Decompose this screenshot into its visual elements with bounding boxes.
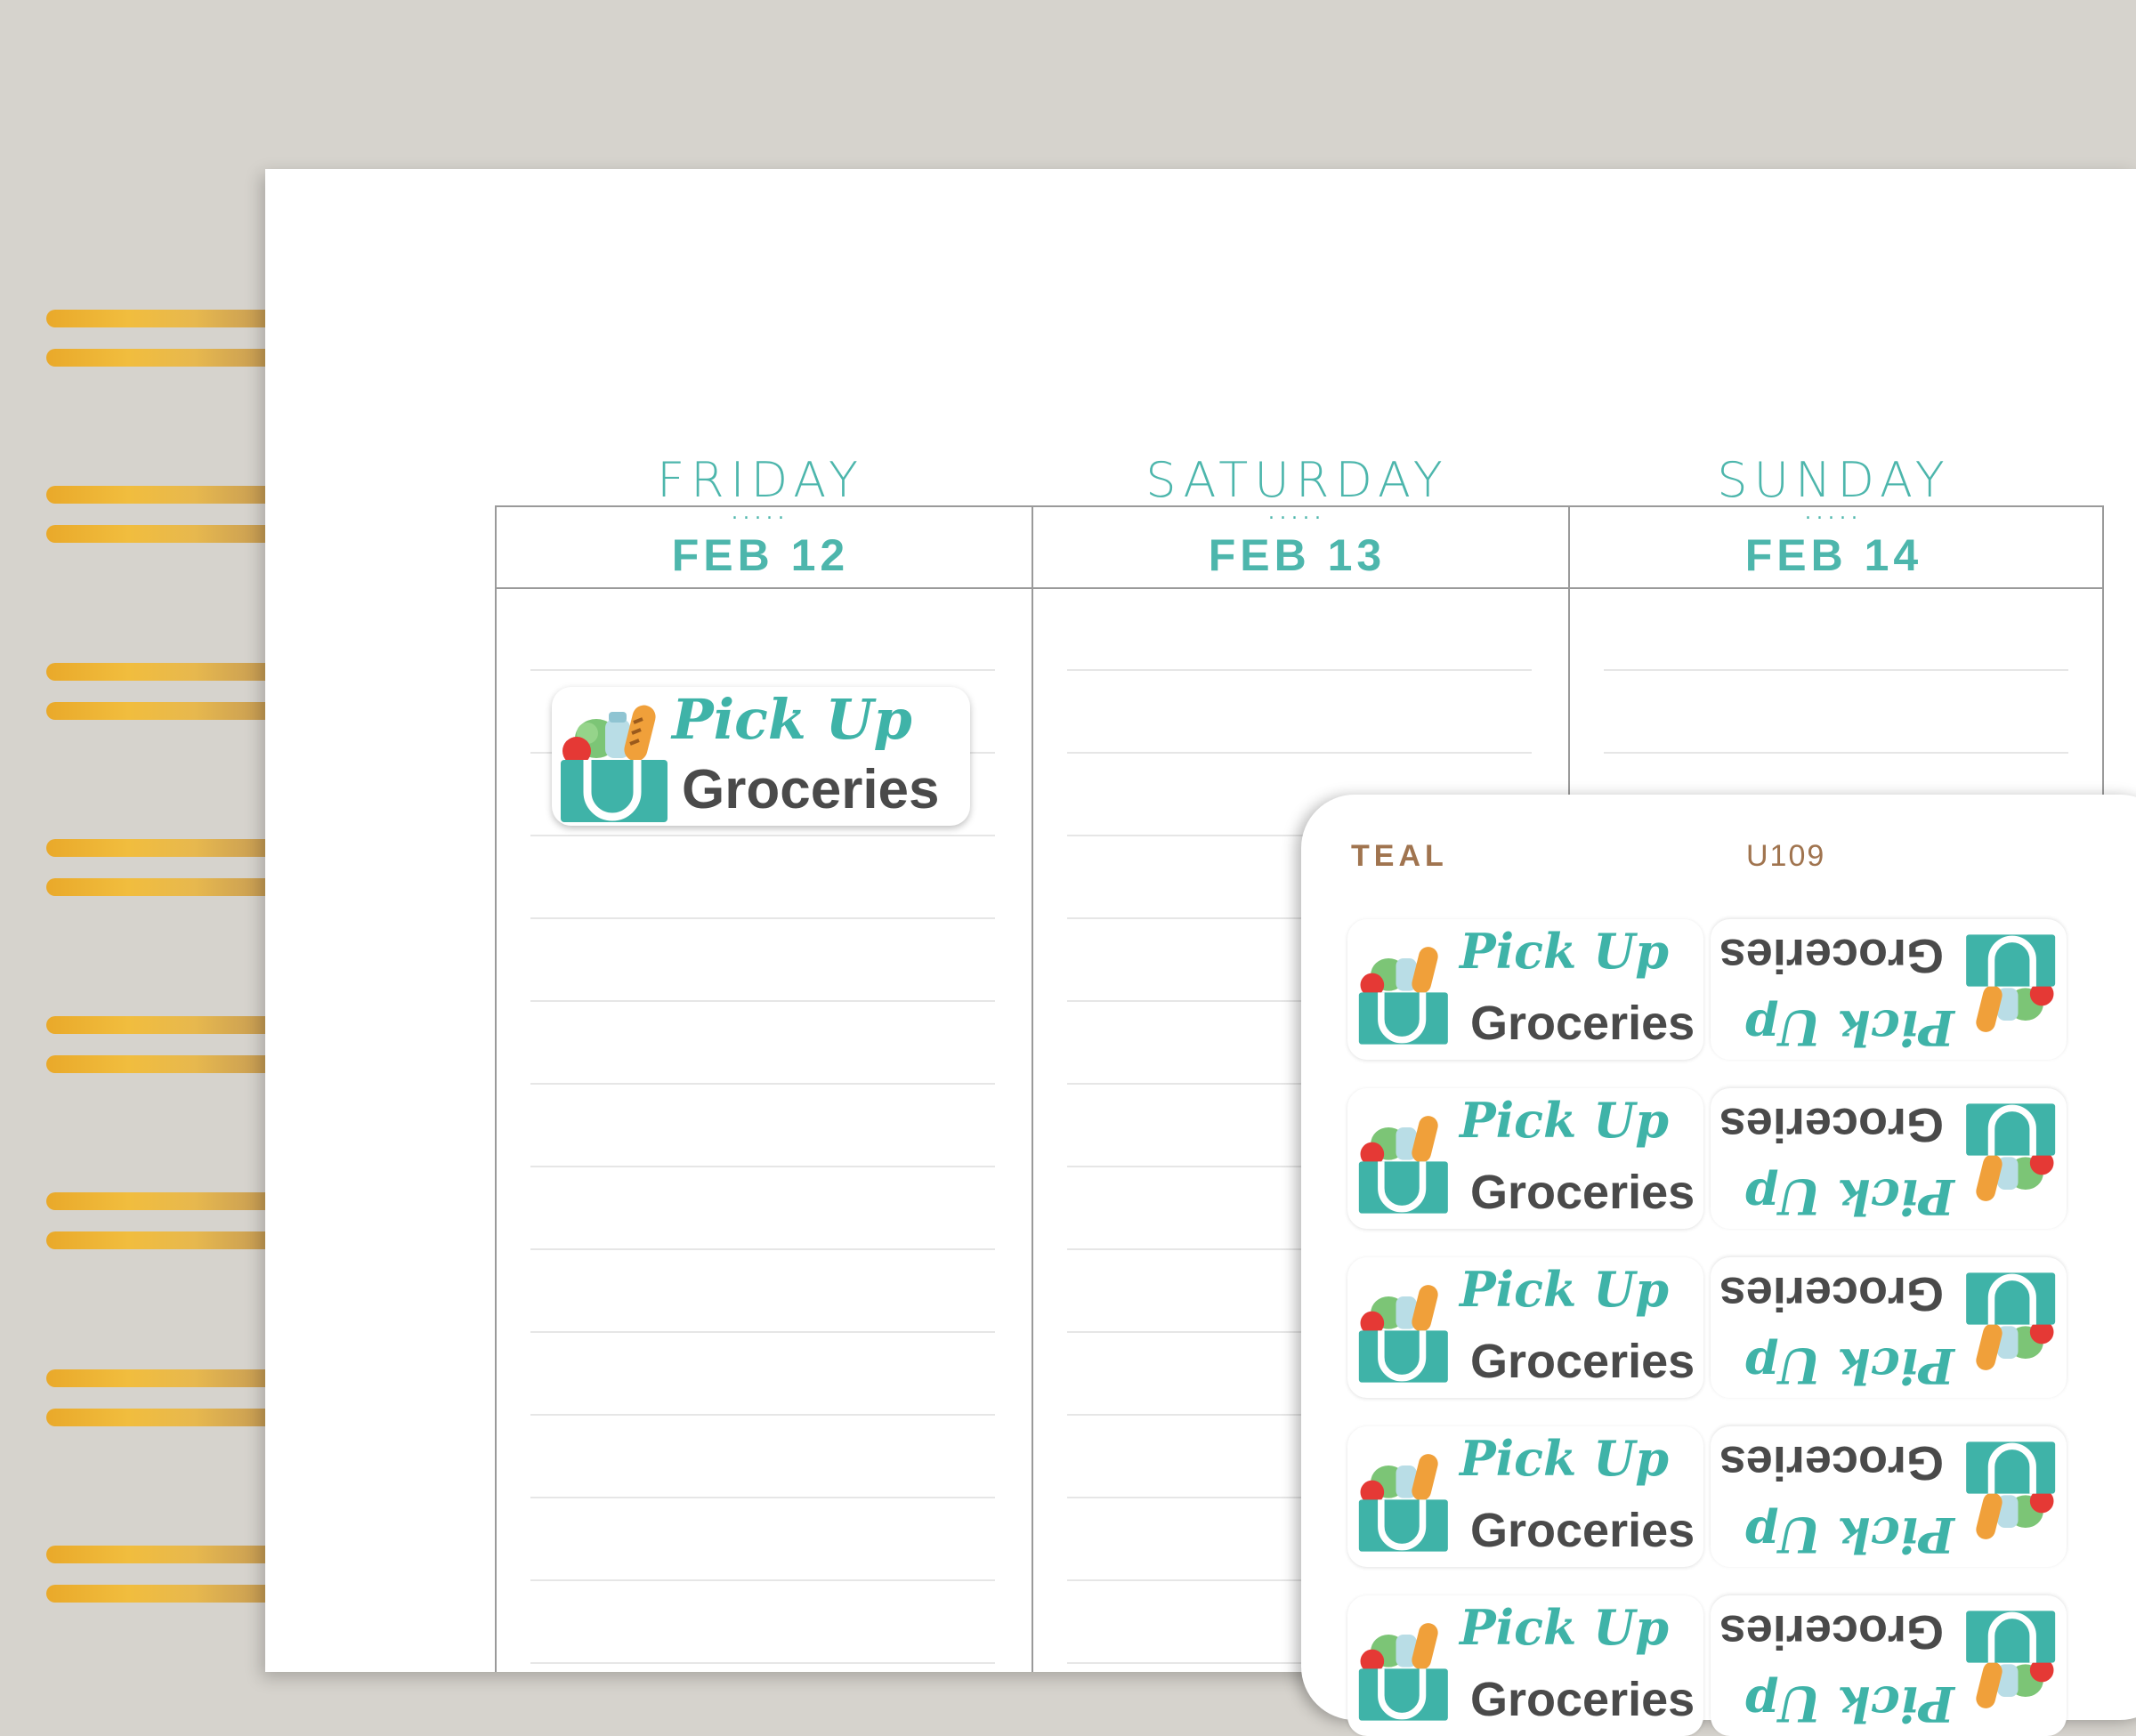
sticker-sheet: TEAL U109 Pick Up Groceries Pick Up Groceri…	[1301, 795, 2136, 1736]
sheet-sticker: Pick Up Groceries	[1347, 1426, 1703, 1567]
sticker-line1: Pick Up	[1744, 1506, 1954, 1563]
sticker-line2: Groceries	[1719, 1267, 1944, 1320]
sticker-line2: Groceries	[1470, 1335, 1695, 1388]
grocery-bag-icon	[1966, 1272, 2056, 1370]
sticker-line2: Groceries	[1719, 1436, 1944, 1490]
grocery-bag-icon	[1358, 1285, 1448, 1383]
grid-column-divider	[495, 505, 497, 1672]
writing-line	[530, 1579, 995, 1581]
day-name: SUNDAY	[1717, 452, 1951, 508]
sheet-sticker: Pick Up Groceries	[1347, 1088, 1703, 1229]
writing-line	[530, 1248, 995, 1250]
writing-line	[530, 1331, 995, 1333]
writing-line	[530, 1083, 995, 1085]
sticker-line1: Pick Up	[1744, 999, 1954, 1056]
sticker-line1: Pick Up	[1460, 1430, 1670, 1487]
grocery-bag-icon	[1966, 934, 2056, 1032]
writing-line	[1604, 669, 2068, 671]
grocery-bag-icon	[1358, 1116, 1448, 1214]
day-name: SATURDAY	[1145, 452, 1449, 508]
sticker-line2: Groceries	[1470, 1166, 1695, 1219]
sticker-line2: Groceries	[682, 759, 940, 820]
sheet-sticker: Pick Up Groceries	[1347, 1595, 1703, 1736]
writing-line	[530, 1000, 995, 1002]
sticker-line1: Pick Up	[1744, 1337, 1954, 1394]
day-name: FRIDAY	[657, 452, 864, 508]
grid-column-divider	[1032, 505, 1033, 1672]
sheet-sticker: Pick Up Groceries	[1711, 1257, 2067, 1398]
grocery-bag-icon	[1966, 1103, 2056, 1201]
sticker-line2: Groceries	[1719, 1098, 1944, 1151]
grid-top-border	[495, 505, 2104, 507]
writing-line	[530, 917, 995, 919]
sheet-sticker: Pick Up Groceries	[1711, 1088, 2067, 1229]
writing-line	[1067, 752, 1532, 754]
sheet-sticker: Pick Up Groceries	[1711, 1595, 2067, 1736]
sheet-sticker: Pick Up Groceries	[1711, 1426, 2067, 1567]
grocery-bag-icon	[1966, 1441, 2056, 1539]
grocery-bag-icon	[1358, 1454, 1448, 1552]
writing-line	[1604, 752, 2068, 754]
grocery-bag-icon	[561, 705, 668, 822]
pick-up-groceries-sticker: Pick Up Groceries	[552, 687, 970, 826]
sticker-line1: Pick Up	[1460, 1599, 1670, 1656]
sheet-sticker: Pick Up Groceries	[1347, 919, 1703, 1060]
sticker-line2: Groceries	[1470, 1673, 1695, 1726]
sheet-color-label: TEAL	[1351, 839, 1448, 873]
sheet-sticker: Pick Up Groceries	[1347, 1257, 1703, 1398]
writing-line	[530, 1662, 995, 1664]
grocery-bag-icon	[1966, 1611, 2056, 1708]
sticker-line2: Groceries	[1719, 1605, 1944, 1659]
writing-line	[530, 1166, 995, 1167]
sticker-line1: Pick Up	[1460, 923, 1670, 980]
sticker-line2: Groceries	[1719, 929, 1944, 982]
sticker-line1: Pick Up	[1460, 1092, 1670, 1149]
writing-line	[530, 1497, 995, 1498]
sticker-line1: Pick Up	[1744, 1675, 1954, 1732]
grocery-bag-icon	[1358, 947, 1448, 1045]
sticker-line2: Groceries	[1470, 997, 1695, 1050]
sheet-code: U109	[1746, 839, 1826, 873]
sticker-line2: Groceries	[1470, 1504, 1695, 1557]
writing-line	[530, 669, 995, 671]
sticker-line1: Pick Up	[1744, 1168, 1954, 1225]
grocery-bag-icon	[1358, 1623, 1448, 1721]
sheet-sticker: Pick Up Groceries	[1711, 919, 2067, 1060]
writing-line	[530, 1414, 995, 1416]
sticker-line1: Pick Up	[672, 687, 912, 752]
grid-header-divider	[495, 587, 2104, 589]
writing-line	[1067, 669, 1532, 671]
writing-line	[530, 835, 995, 836]
sticker-line1: Pick Up	[1460, 1261, 1670, 1318]
